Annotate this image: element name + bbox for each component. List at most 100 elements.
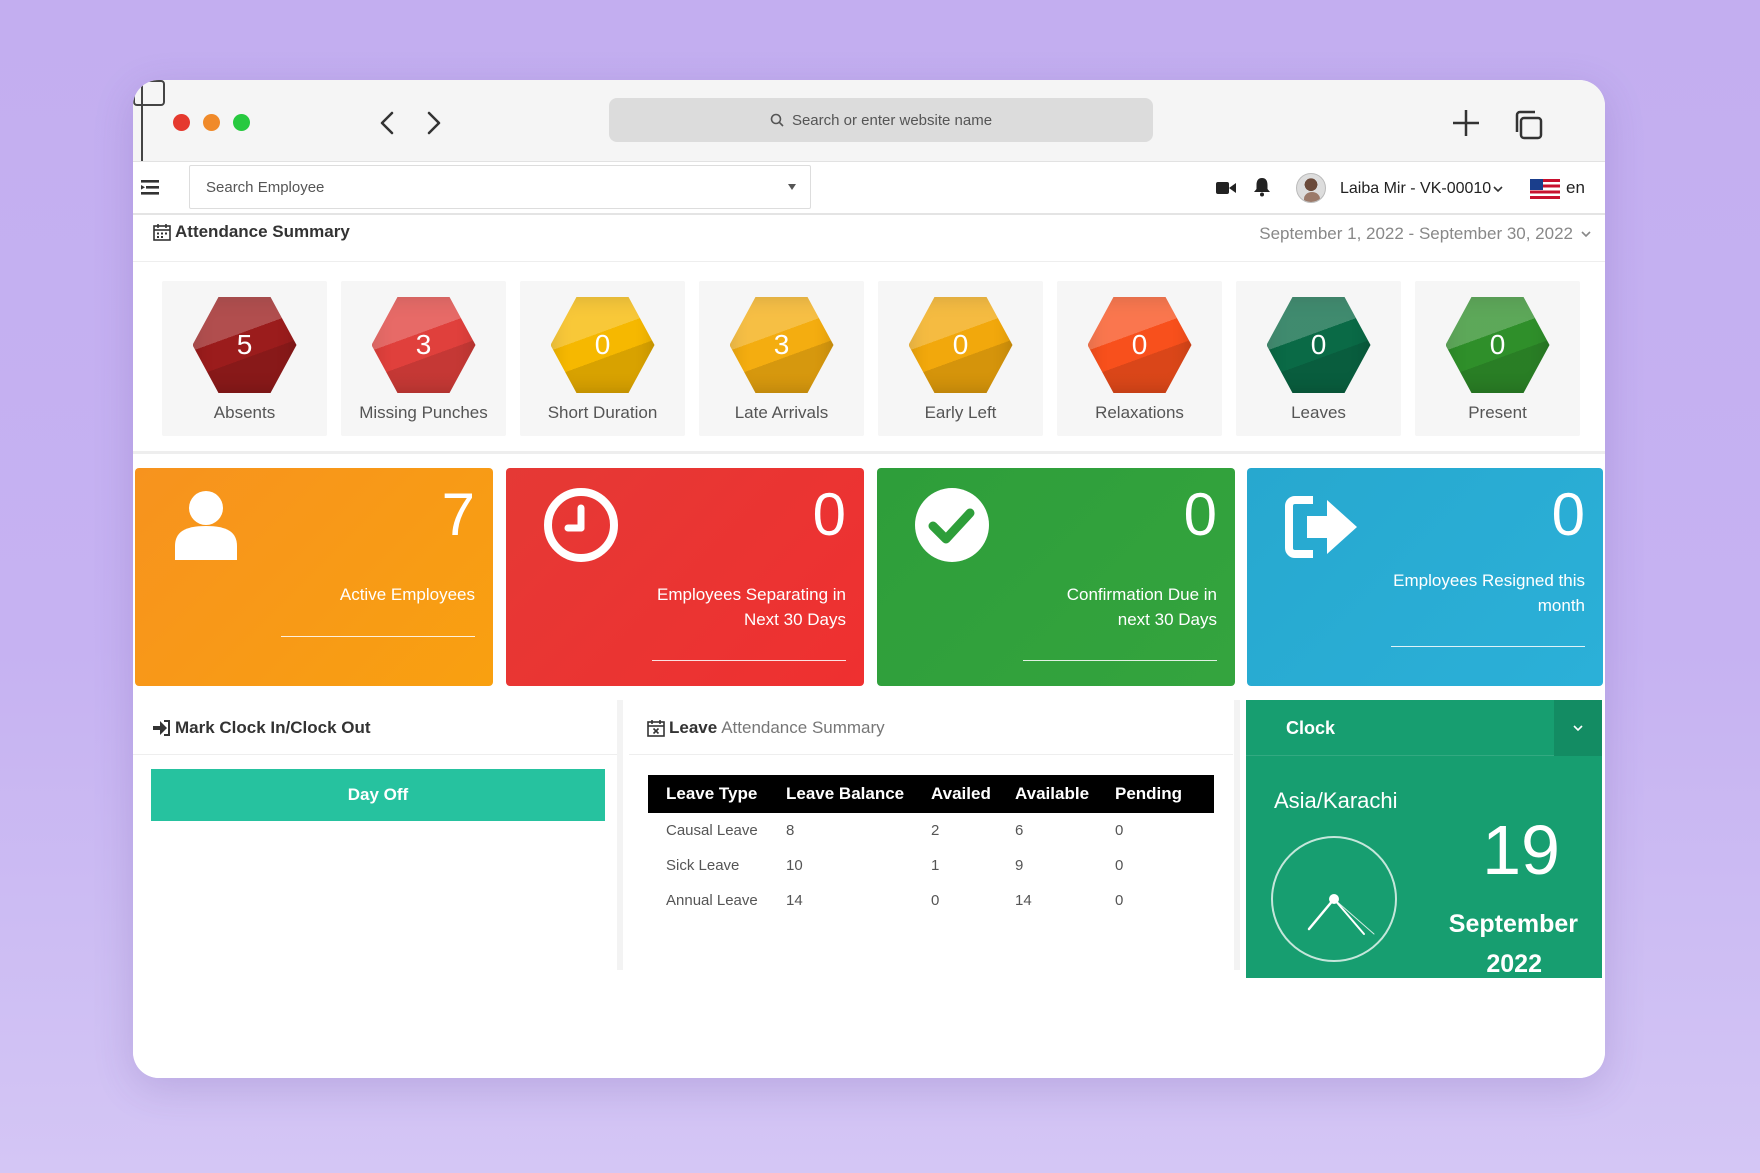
clock-in-out-label: Mark Clock In/Clock Out <box>175 718 371 737</box>
stat-card-short-duration[interactable]: 0 Short Duration <box>520 281 685 436</box>
maximize-window-button[interactable] <box>233 114 250 131</box>
divider <box>133 754 617 755</box>
forward-arrow-icon[interactable] <box>418 108 448 138</box>
table-cell: 0 <box>1115 892 1124 909</box>
clock-month: September <box>1448 910 1578 938</box>
chevron-down-icon <box>788 184 796 190</box>
close-window-button[interactable] <box>173 114 190 131</box>
kpi-label: Active Employees <box>340 582 475 607</box>
clock-widget-header: Clock <box>1246 700 1602 756</box>
stat-card-missing-punches[interactable]: 3 Missing Punches <box>341 281 506 436</box>
table-cell: 1 <box>931 857 940 874</box>
kpi-value: 7 <box>441 481 475 548</box>
clock-icon <box>542 486 620 564</box>
stat-value: 5 <box>236 329 253 360</box>
employee-search-select[interactable]: Search Employee <box>189 165 811 209</box>
notification-bell-icon[interactable] <box>1253 177 1271 197</box>
page-bottom-area <box>133 978 1605 1078</box>
table-cell: Annual Leave <box>666 892 758 909</box>
kpi-card-employees-resigned[interactable]: 0 Employees Resigned this month <box>1247 468 1603 686</box>
menu-toggle-icon[interactable] <box>141 179 161 197</box>
day-off-button[interactable]: Day Off <box>151 769 605 821</box>
timezone-label: Asia/Karachi <box>1274 788 1398 813</box>
table-cell: 0 <box>1115 822 1124 839</box>
stat-label: Leaves <box>1291 403 1346 422</box>
language-label[interactable]: en <box>1566 178 1585 198</box>
kpi-value: 0 <box>1551 481 1585 548</box>
kpi-card-active-employees[interactable]: 7 Active Employees <box>135 468 493 686</box>
stat-label: Early Left <box>924 403 997 422</box>
hexagon-badge: 0 <box>908 297 1013 393</box>
table-row: Sick Leave 10 1 9 0 <box>648 848 1214 883</box>
address-bar[interactable]: Search or enter website name <box>609 98 1153 142</box>
divider <box>281 636 475 637</box>
stat-value: 0 <box>1310 329 1327 360</box>
stat-card-leaves[interactable]: 0 Leaves <box>1236 281 1401 436</box>
date-range-label: September 1, 2022 - September 30, 2022 <box>1259 224 1573 243</box>
stat-card-absents[interactable]: 5 Absents <box>162 281 327 436</box>
hexagon-badge: 3 <box>371 297 476 393</box>
table-cell: 0 <box>1115 857 1124 874</box>
table-cell: 14 <box>1015 892 1032 909</box>
date-range-picker[interactable]: September 1, 2022 - September 30, 2022 <box>1259 224 1591 244</box>
stat-label: Missing Punches <box>359 403 488 422</box>
stat-label: Absents <box>213 403 276 422</box>
column-header: Leave Balance <box>768 775 913 813</box>
stat-card-early-left[interactable]: 0 Early Left <box>878 281 1043 436</box>
panel-separator <box>1234 700 1240 970</box>
hexagon-badge: 0 <box>1266 297 1371 393</box>
kpi-label: Employees Separating in Next 30 Days <box>657 582 846 632</box>
user-name[interactable]: Laiba Mir - VK-00010 <box>1340 180 1491 198</box>
table-header-row: Leave Type Leave Balance Availed Availab… <box>648 775 1214 813</box>
table-cell: 0 <box>931 892 940 909</box>
stat-card-present[interactable]: 0 Present <box>1415 281 1580 436</box>
table-cell: 9 <box>1015 857 1024 874</box>
column-header: Leave Type <box>648 775 768 813</box>
kpi-label-line2: month <box>1537 596 1585 615</box>
hexagon-badge: 3 <box>729 297 834 393</box>
chevron-down-icon <box>1573 725 1583 732</box>
table-cell: Sick Leave <box>666 857 740 874</box>
new-tab-icon[interactable] <box>1449 106 1483 140</box>
video-camera-icon[interactable] <box>1216 181 1236 195</box>
clock-in-out-title: Mark Clock In/Clock Out <box>153 718 371 738</box>
kpi-card-employees-separating[interactable]: 0 Employees Separating in Next 30 Days <box>506 468 864 686</box>
user-icon <box>171 486 249 564</box>
stat-card-relaxations[interactable]: 0 Relaxations <box>1057 281 1222 436</box>
analog-clock-icon <box>1271 836 1397 962</box>
kpi-value: 0 <box>1183 481 1217 548</box>
us-flag-icon[interactable] <box>1530 179 1560 199</box>
stat-label: Present <box>1468 403 1527 422</box>
tabs-overview-icon[interactable] <box>1511 108 1545 142</box>
back-arrow-icon[interactable] <box>373 108 403 138</box>
divider <box>133 261 1605 262</box>
hexagon-badge: 0 <box>1087 297 1192 393</box>
minimize-window-button[interactable] <box>203 114 220 131</box>
leave-summary-title: Leave Attendance Summary <box>647 718 885 738</box>
stat-value: 0 <box>952 329 969 360</box>
collapse-toggle[interactable] <box>1554 700 1602 756</box>
stat-value: 3 <box>415 329 432 360</box>
table-cell: 8 <box>786 822 795 839</box>
clock-widget: Clock Asia/Karachi 19 September 2022 <box>1246 700 1602 980</box>
stat-value: 0 <box>594 329 611 360</box>
kpi-label-line1: Confirmation Due in <box>1066 585 1217 604</box>
leave-title-strong: Leave <box>669 718 718 737</box>
kpi-card-confirmation-due[interactable]: 0 Confirmation Due in next 30 Days <box>877 468 1235 686</box>
clock-day: 19 <box>1482 811 1560 889</box>
stat-value: 0 <box>1131 329 1148 360</box>
chevron-down-icon <box>1581 231 1591 238</box>
stat-label: Short Duration <box>547 403 658 422</box>
stat-card-late-arrivals[interactable]: 3 Late Arrivals <box>699 281 864 436</box>
attendance-stats: 5 Absents 3 Missing Punches 0 Short Dura… <box>162 281 1586 436</box>
divider <box>1391 646 1585 647</box>
stat-value: 3 <box>773 329 790 360</box>
chevron-down-icon[interactable] <box>1493 181 1503 193</box>
table-cell: 10 <box>786 857 803 874</box>
avatar[interactable] <box>1296 173 1326 203</box>
divider <box>629 754 1233 755</box>
hexagon-badge: 5 <box>192 297 297 393</box>
kpi-label-line2: Next 30 Days <box>743 610 846 629</box>
sidebar-toggle-icon[interactable] <box>133 80 165 106</box>
kpi-value: 0 <box>812 481 846 548</box>
